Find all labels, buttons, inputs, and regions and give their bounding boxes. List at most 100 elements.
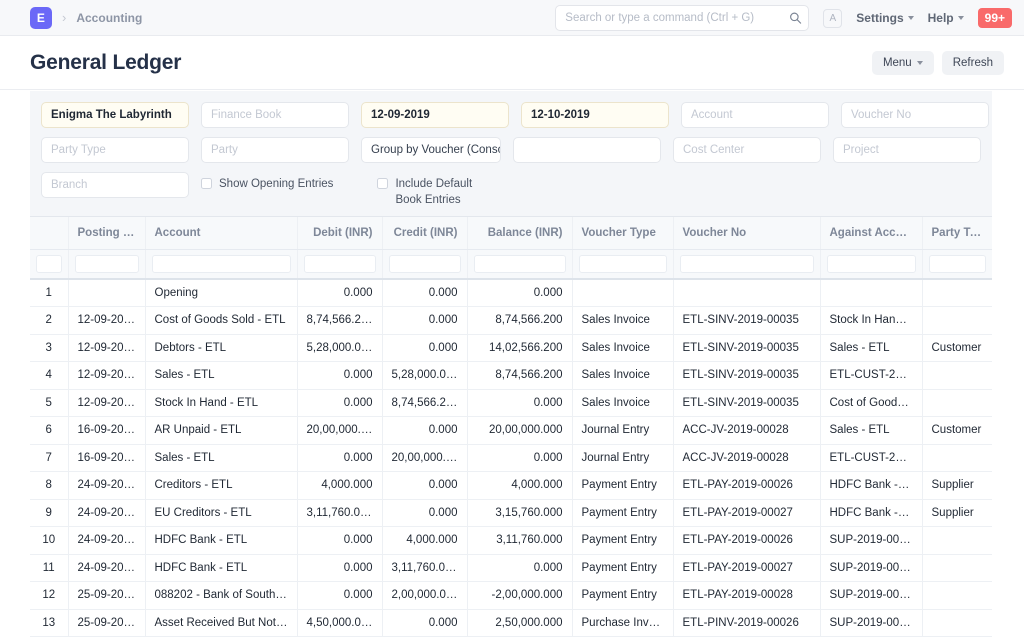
filter-cell-credit (382, 249, 468, 280)
column-filter-voucher-no[interactable] (679, 254, 814, 273)
cell-account[interactable]: Debtors - ETL (145, 334, 298, 362)
table-row[interactable]: 10 24-09-2019 HDFC Bank - ETL 0.000 4,000.00… (30, 526, 992, 555)
column-filter-debit[interactable] (303, 254, 376, 273)
cell-voucher-no[interactable]: ETL-SINV-2019-00035 (673, 389, 821, 417)
cell-voucher-no[interactable]: ETL-PAY-2019-00027 (673, 499, 821, 527)
to-date-filter[interactable] (521, 102, 669, 128)
col-header-credit[interactable]: Credit (INR) (382, 217, 468, 250)
notification-badge[interactable]: 99+ (977, 7, 1012, 29)
cell-account[interactable]: Creditors - ETL (145, 471, 298, 500)
column-filter-account[interactable] (151, 254, 291, 273)
table-row[interactable]: 7 16-09-2019 Sales - ETL 0.000 20,00,000.000… (30, 444, 992, 472)
settings-menu[interactable]: Settings (856, 11, 914, 25)
cell-voucher-no[interactable]: ACC-JV-2019-00028 (673, 444, 821, 472)
col-header-idx[interactable] (30, 217, 69, 250)
table-row[interactable]: 6 16-09-2019 AR Unpaid - ETL 20,00,000.000 0… (30, 416, 992, 445)
voucher-no-filter[interactable] (841, 102, 989, 128)
party-filter[interactable] (201, 137, 349, 163)
row-index: 5 (30, 389, 69, 417)
cell-voucher-no[interactable]: ETL-PAY-2019-00026 (673, 526, 821, 555)
col-header-account[interactable]: Account (145, 217, 298, 250)
cell-voucher-type: Payment Entry (572, 581, 674, 610)
include-default-book-entries-group[interactable]: Include Default Book Entries (377, 172, 497, 208)
breadcrumb-item-accounting[interactable]: Accounting (76, 11, 142, 25)
col-header-posting-date[interactable]: Posting D... (68, 217, 146, 250)
cell-voucher-no[interactable] (673, 279, 821, 307)
show-opening-entries-group[interactable]: Show Opening Entries (201, 172, 333, 193)
project-filter[interactable] (833, 137, 981, 163)
cell-account[interactable]: Sales - ETL (145, 444, 298, 472)
cell-account[interactable]: EU Creditors - ETL (145, 499, 298, 527)
cell-voucher-type: Sales Invoice (572, 389, 674, 417)
include-default-book-entries-checkbox[interactable] (377, 178, 389, 189)
cell-voucher-no[interactable]: ETL-PAY-2019-00028 (673, 581, 821, 610)
col-header-voucher-type[interactable]: Voucher Type (572, 217, 674, 250)
col-header-voucher-no[interactable]: Voucher No (673, 217, 821, 250)
blank-filter[interactable] (513, 137, 661, 163)
column-filter-party-type[interactable] (928, 254, 986, 273)
show-opening-entries-checkbox[interactable] (201, 178, 212, 189)
col-header-balance[interactable]: Balance (INR) (467, 217, 573, 250)
cell-account[interactable]: Cost of Goods Sold - ETL (145, 306, 298, 335)
column-filter-balance[interactable] (473, 254, 566, 273)
table-row[interactable]: 13 25-09-2019 Asset Received But Not Bille… (30, 609, 992, 637)
cost-center-filter[interactable] (673, 137, 821, 163)
table-row[interactable]: 1 Opening 0.000 0.000 0.000 (30, 279, 992, 307)
table-row[interactable]: 2 12-09-2019 Cost of Goods Sold - ETL 8,74,… (30, 306, 992, 335)
cell-account[interactable]: Stock In Hand - ETL (145, 389, 298, 417)
cell-debit: 20,00,000.000 (297, 416, 383, 445)
cell-voucher-no[interactable]: ETL-PAY-2019-00027 (673, 554, 821, 582)
cell-account[interactable]: Opening (145, 279, 298, 307)
help-menu[interactable]: Help (928, 11, 964, 25)
table-row[interactable]: 8 24-09-2019 Creditors - ETL 4,000.000 0.000… (30, 471, 992, 500)
cell-voucher-no[interactable]: ETL-PAY-2019-00026 (673, 471, 821, 500)
column-filter-voucher-type[interactable] (578, 254, 667, 273)
row-index: 11 (30, 554, 69, 582)
column-filter-against-account[interactable] (826, 254, 916, 273)
branch-filter[interactable] (41, 172, 189, 198)
col-header-party-type[interactable]: Party Type (922, 217, 992, 250)
cell-account[interactable]: Sales - ETL (145, 361, 298, 390)
finance-book-filter[interactable] (201, 102, 349, 128)
app-logo[interactable]: E (30, 6, 52, 29)
avatar[interactable]: A (823, 8, 843, 28)
cell-voucher-no[interactable]: ETL-SINV-2019-00035 (673, 334, 821, 362)
menu-button[interactable]: Menu (871, 50, 934, 75)
cell-account[interactable]: HDFC Bank - ETL (145, 526, 298, 555)
table-row[interactable]: 11 24-09-2019 HDFC Bank - ETL 0.000 3,11,760… (30, 554, 992, 582)
cell-account[interactable]: Asset Received But Not Bille... (145, 609, 298, 637)
col-header-against-account[interactable]: Against Account (820, 217, 923, 250)
account-filter[interactable] (681, 102, 829, 128)
refresh-button[interactable]: Refresh (941, 50, 1004, 75)
cell-party-type (922, 361, 992, 390)
cell-account[interactable]: HDFC Bank - ETL (145, 554, 298, 582)
column-filter-posting-date[interactable] (74, 254, 139, 273)
table-row[interactable]: 12 25-09-2019 088202 - Bank of South Pac..… (30, 581, 992, 610)
col-header-debit[interactable]: Debit (INR) (297, 217, 383, 250)
filter-cell-account (145, 249, 298, 280)
cell-party-type (922, 389, 992, 417)
from-date-filter[interactable] (361, 102, 509, 128)
column-filter-idx[interactable] (36, 254, 62, 273)
report-table-container[interactable]: Posting D... Account Debit (INR) Credit … (30, 216, 992, 638)
cell-party-type (922, 526, 992, 555)
table-row[interactable]: 4 12-09-2019 Sales - ETL 0.000 5,28,000.000 8… (30, 361, 992, 390)
table-row[interactable]: 5 12-09-2019 Stock In Hand - ETL 0.000 8,74,… (30, 389, 992, 417)
table-row[interactable]: 3 12-09-2019 Debtors - ETL 5,28,000.000 0.00… (30, 334, 992, 362)
cell-voucher-no[interactable]: ETL-SINV-2019-00035 (673, 306, 821, 335)
cell-voucher-no[interactable]: ETL-PINV-2019-00026 (673, 609, 821, 637)
cell-account[interactable]: 088202 - Bank of South Pac... (145, 581, 298, 610)
group-by-filter[interactable]: Group by Voucher (Consolidated) (361, 137, 501, 163)
company-filter[interactable] (41, 102, 189, 128)
party-type-filter[interactable] (41, 137, 189, 163)
search-container (555, 5, 810, 31)
cell-voucher-no[interactable]: ETL-SINV-2019-00035 (673, 361, 821, 390)
cell-voucher-type: Sales Invoice (572, 361, 674, 390)
search-input[interactable] (555, 5, 810, 31)
column-filter-credit[interactable] (388, 254, 461, 273)
cell-voucher-no[interactable]: ACC-JV-2019-00028 (673, 416, 821, 445)
cell-account[interactable]: AR Unpaid - ETL (145, 416, 298, 445)
cell-credit: 3,11,760.000 (382, 554, 468, 582)
table-row[interactable]: 9 24-09-2019 EU Creditors - ETL 3,11,760.00… (30, 499, 992, 527)
cell-credit: 8,74,566.200 (382, 389, 468, 417)
